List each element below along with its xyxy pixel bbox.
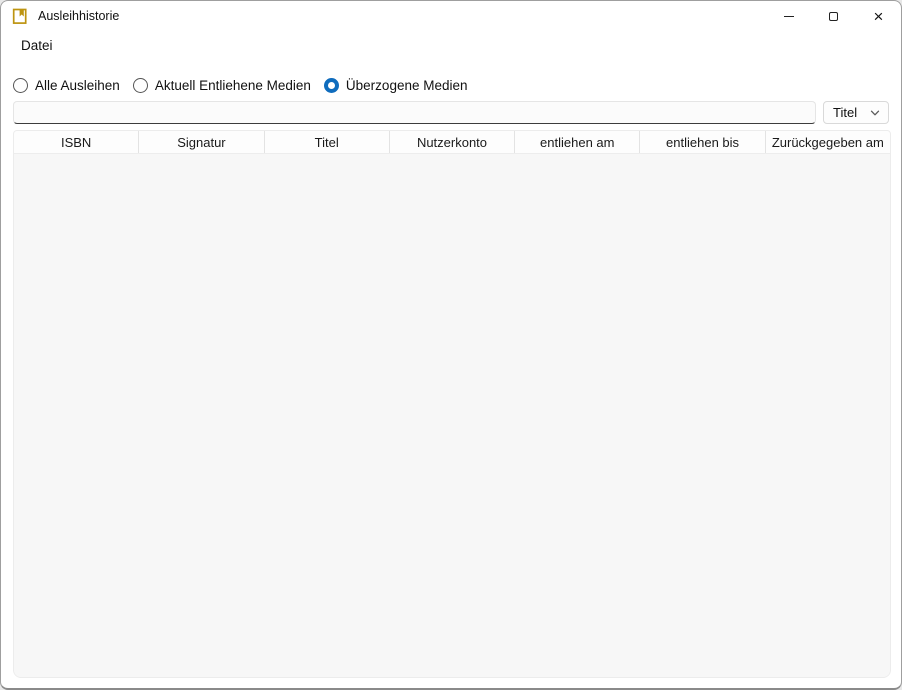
column-filter-select[interactable]: Titel — [823, 101, 889, 124]
column-header-entliehen-bis[interactable]: entliehen bis — [640, 131, 765, 153]
radio-alle-ausleihen[interactable]: Alle Ausleihen — [13, 78, 120, 93]
column-header-entliehen-am[interactable]: entliehen am — [515, 131, 640, 153]
radio-checked-icon — [324, 78, 339, 93]
radio-label: Aktuell Entliehene Medien — [155, 78, 311, 93]
radio-überzogene-medien[interactable]: Überzogene Medien — [324, 78, 468, 93]
chevron-down-icon — [869, 107, 881, 119]
column-header-titel[interactable]: Titel — [265, 131, 390, 153]
radio-unchecked-icon — [13, 78, 28, 93]
minimize-button[interactable] — [766, 1, 811, 31]
column-filter-value: Titel — [833, 105, 857, 120]
minimize-icon — [784, 16, 794, 17]
column-header-signatur[interactable]: Signatur — [139, 131, 264, 153]
close-button[interactable]: × — [856, 1, 901, 31]
window-title: Ausleihhistorie — [38, 9, 119, 23]
search-input[interactable] — [13, 101, 816, 124]
radio-label: Alle Ausleihen — [35, 78, 120, 93]
book-bookmark-icon — [12, 8, 28, 25]
radio-aktuell-entliehene-medien[interactable]: Aktuell Entliehene Medien — [133, 78, 311, 93]
column-header-isbn[interactable]: ISBN — [14, 131, 139, 153]
menu-item-datei[interactable]: Datei — [19, 35, 55, 56]
close-icon: × — [874, 8, 884, 25]
title-bar[interactable]: Ausleihhistorie × — [1, 1, 901, 31]
menu-bar: Datei — [1, 31, 901, 59]
table-body — [14, 154, 890, 677]
search-row: Titel — [13, 101, 889, 124]
maximize-button[interactable] — [811, 1, 856, 31]
column-header-nutzerkonto[interactable]: Nutzerkonto — [390, 131, 515, 153]
table-header-row: ISBNSignaturTitelNutzerkontoentliehen am… — [14, 131, 890, 154]
radio-unchecked-icon — [133, 78, 148, 93]
radio-label: Überzogene Medien — [346, 78, 468, 93]
app-window: Ausleihhistorie × Datei Alle Ausleihen Ak… — [0, 0, 902, 690]
maximize-icon — [829, 12, 838, 21]
loan-history-table: ISBNSignaturTitelNutzerkontoentliehen am… — [13, 130, 891, 678]
column-header-zurückgegeben-am[interactable]: Zurückgegeben am — [766, 131, 890, 153]
filter-radio-group: Alle Ausleihen Aktuell Entliehene Medien Ü… — [13, 73, 901, 97]
window-controls: × — [766, 1, 901, 31]
